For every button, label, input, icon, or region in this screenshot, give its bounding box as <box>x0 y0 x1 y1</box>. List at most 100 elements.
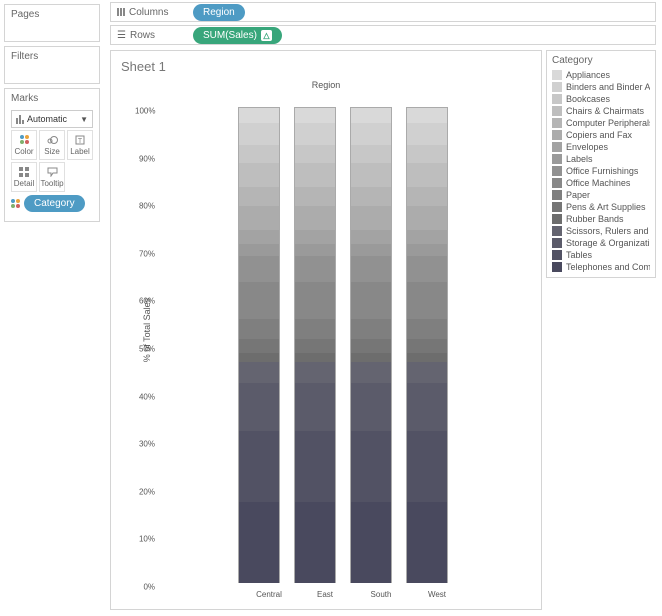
bar-segment[interactable] <box>295 256 335 282</box>
bar-segment[interactable] <box>295 353 335 363</box>
stacked-bar[interactable] <box>350 107 392 583</box>
legend-item[interactable]: Office Furnishings <box>552 165 650 177</box>
bar-segment[interactable] <box>407 431 447 502</box>
marks-size-button[interactable]: Size <box>39 130 65 160</box>
marks-color-pill[interactable]: Category <box>11 195 93 212</box>
bar-segment[interactable] <box>351 362 391 383</box>
legend-item[interactable]: Office Machines <box>552 177 650 189</box>
bar-segment[interactable] <box>407 244 447 256</box>
bar-segment[interactable] <box>351 187 391 206</box>
bar-segment[interactable] <box>295 163 335 188</box>
bar-segment[interactable] <box>239 339 279 352</box>
legend-item[interactable]: Pens & Art Supplies <box>552 201 650 213</box>
bar-segment[interactable] <box>407 187 447 206</box>
bar-segment[interactable] <box>239 353 279 363</box>
bar-segment[interactable] <box>407 163 447 188</box>
bar-segment[interactable] <box>351 206 391 230</box>
bar-segment[interactable] <box>239 123 279 144</box>
legend-item[interactable]: Computer Peripherals <box>552 117 650 129</box>
legend-item[interactable]: Chairs & Chairmats <box>552 105 650 117</box>
bar-segment[interactable] <box>351 244 391 256</box>
bar-segment[interactable] <box>351 431 391 502</box>
legend-item[interactable]: Rubber Bands <box>552 213 650 225</box>
stacked-bar[interactable] <box>406 107 448 583</box>
rows-pill[interactable]: SUM(Sales) △ <box>193 27 282 44</box>
bar-segment[interactable] <box>407 256 447 282</box>
bar-segment[interactable] <box>407 362 447 383</box>
stacked-bar[interactable] <box>238 107 280 583</box>
legend-item[interactable]: Telephones and Com.. <box>552 261 650 273</box>
bar-segment[interactable] <box>351 123 391 144</box>
filters-shelf[interactable]: Filters <box>4 46 100 84</box>
bar-segment[interactable] <box>295 230 335 244</box>
bar-segment[interactable] <box>295 319 335 339</box>
stacked-bar[interactable] <box>294 107 336 583</box>
bar-segment[interactable] <box>295 431 335 502</box>
bar-segment[interactable] <box>239 431 279 502</box>
marks-color-button[interactable]: Color <box>11 130 37 160</box>
legend-item[interactable]: Storage & Organizati.. <box>552 237 650 249</box>
columns-shelf[interactable]: Columns Region <box>110 2 656 22</box>
bar-segment[interactable] <box>239 206 279 230</box>
legend-item[interactable]: Bookcases <box>552 93 650 105</box>
bar-segment[interactable] <box>239 362 279 383</box>
bar-segment[interactable] <box>295 123 335 144</box>
bar-segment[interactable] <box>295 206 335 230</box>
legend-item[interactable]: Appliances <box>552 69 650 81</box>
chart-plot-area[interactable] <box>157 107 529 583</box>
bar-segment[interactable] <box>351 145 391 163</box>
bar-segment[interactable] <box>351 282 391 319</box>
legend-item[interactable]: Copiers and Fax <box>552 129 650 141</box>
bar-segment[interactable] <box>239 502 279 583</box>
bar-segment[interactable] <box>351 230 391 244</box>
bar-segment[interactable] <box>295 362 335 383</box>
bar-segment[interactable] <box>239 163 279 188</box>
legend-item[interactable]: Scissors, Rulers and .. <box>552 225 650 237</box>
columns-pill[interactable]: Region <box>193 4 245 21</box>
legend-item[interactable]: Envelopes <box>552 141 650 153</box>
bar-segment[interactable] <box>239 282 279 319</box>
bar-segment[interactable] <box>295 108 335 123</box>
bar-segment[interactable] <box>351 502 391 583</box>
bar-segment[interactable] <box>407 353 447 363</box>
bar-segment[interactable] <box>407 145 447 163</box>
bar-segment[interactable] <box>295 383 335 431</box>
bar-segment[interactable] <box>295 187 335 206</box>
bar-segment[interactable] <box>239 244 279 256</box>
legend-item[interactable]: Labels <box>552 153 650 165</box>
bar-segment[interactable] <box>407 339 447 352</box>
mark-type-select[interactable]: Automatic ▼ <box>11 110 93 128</box>
bar-segment[interactable] <box>351 353 391 363</box>
marks-label-button[interactable]: T Label <box>67 130 93 160</box>
legend-item[interactable]: Paper <box>552 189 650 201</box>
bar-segment[interactable] <box>407 206 447 230</box>
legend-item[interactable]: Tables <box>552 249 650 261</box>
bar-segment[interactable] <box>239 383 279 431</box>
bar-segment[interactable] <box>295 244 335 256</box>
bar-segment[interactable] <box>239 319 279 339</box>
sheet-title[interactable]: Sheet 1 <box>111 51 541 82</box>
bar-segment[interactable] <box>295 282 335 319</box>
bar-segment[interactable] <box>295 502 335 583</box>
bar-segment[interactable] <box>295 339 335 352</box>
bar-segment[interactable] <box>351 319 391 339</box>
bar-segment[interactable] <box>295 145 335 163</box>
bar-segment[interactable] <box>351 339 391 352</box>
bar-segment[interactable] <box>239 256 279 282</box>
color-legend[interactable]: Category AppliancesBinders and Binder A.… <box>546 50 656 278</box>
bar-segment[interactable] <box>351 163 391 188</box>
bar-segment[interactable] <box>407 108 447 123</box>
bar-segment[interactable] <box>407 123 447 144</box>
bar-segment[interactable] <box>407 319 447 339</box>
marks-tooltip-button[interactable]: Tooltip <box>39 162 65 192</box>
bar-segment[interactable] <box>239 187 279 206</box>
bar-segment[interactable] <box>351 108 391 123</box>
legend-item[interactable]: Binders and Binder A.. <box>552 81 650 93</box>
bar-segment[interactable] <box>351 383 391 431</box>
rows-shelf[interactable]: ☰ Rows SUM(Sales) △ <box>110 25 656 45</box>
bar-segment[interactable] <box>239 108 279 123</box>
bar-segment[interactable] <box>407 383 447 431</box>
bar-segment[interactable] <box>407 502 447 583</box>
bar-segment[interactable] <box>239 230 279 244</box>
bar-segment[interactable] <box>407 282 447 319</box>
